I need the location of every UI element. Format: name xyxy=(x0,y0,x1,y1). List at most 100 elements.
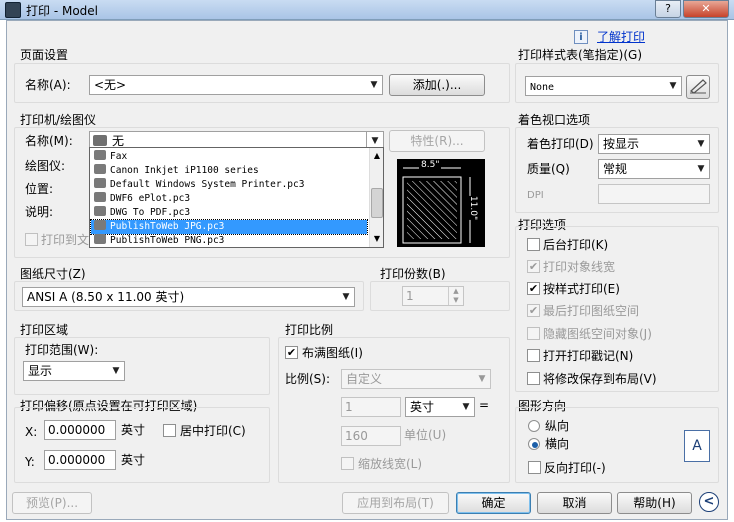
center-plot-label: 居中打印(C) xyxy=(180,424,246,438)
help-button[interactable]: 帮助(H) xyxy=(617,492,692,514)
plot-option-checkbox[interactable] xyxy=(527,349,540,362)
paper-size-value: ANSI A (8.50 x 11.00 英寸) xyxy=(27,290,185,304)
shade-plot-label: 着色打印(D) xyxy=(527,137,594,151)
collapse-arrow-icon[interactable]: < xyxy=(699,492,719,512)
apply-to-layout-button[interactable]: 应用到布局(T) xyxy=(342,492,449,514)
preview-height: 11.0" xyxy=(468,195,479,221)
printer-icon xyxy=(94,164,106,174)
plot-style-title: 打印样式表(笔指定)(G) xyxy=(518,48,643,62)
printer-icon xyxy=(94,220,106,230)
window-title: 打印 - Model xyxy=(26,4,98,18)
printer-dropdown-list: Fax Canon Inkjet iP1100 series Default W… xyxy=(89,147,384,248)
chevron-down-icon: ▼ xyxy=(669,81,677,91)
add-page-setup-button[interactable]: 添加(.)... xyxy=(389,74,485,96)
plot-style-combo[interactable]: None ▼ xyxy=(525,76,682,96)
scale-unit2-label: 单位(U) xyxy=(404,428,447,442)
plot-option-checkbox[interactable] xyxy=(527,327,540,340)
scale-combo[interactable]: 自定义 ▼ xyxy=(341,369,491,389)
printer-properties-button[interactable]: 特性(R)... xyxy=(389,130,485,152)
scroll-thumb[interactable] xyxy=(371,188,383,218)
printer-icon xyxy=(93,135,107,146)
page-setup-name-label: 名称(A): xyxy=(25,78,71,92)
description-label: 说明: xyxy=(25,205,54,219)
dpi-input[interactable] xyxy=(598,184,710,204)
printer-name-label: 名称(M): xyxy=(25,134,73,148)
chevron-down-icon: ▼ xyxy=(697,164,705,174)
quality-value: 常规 xyxy=(603,162,628,176)
plot-offset-group xyxy=(14,407,270,483)
scale-label: 比例(S): xyxy=(285,372,331,386)
center-plot-checkbox[interactable] xyxy=(163,424,176,437)
plot-option-checkbox[interactable]: ✔ xyxy=(527,304,540,317)
plot-option-label: 隐藏图纸空间对象(J) xyxy=(543,327,652,341)
cancel-button[interactable]: 取消 xyxy=(537,492,612,514)
plot-option-checkbox[interactable] xyxy=(527,238,540,251)
page-setup-name-value: <无> xyxy=(94,78,127,92)
page-setup-name-combo[interactable]: <无> ▼ xyxy=(89,75,383,95)
dropdown-item[interactable]: DWF6 ePlot.pc3 xyxy=(91,192,367,206)
ok-button[interactable]: 确定 xyxy=(456,492,531,514)
scale-lineweights-checkbox[interactable] xyxy=(341,457,354,470)
dropdown-item[interactable]: DWG To PDF.pc3 xyxy=(91,206,367,220)
paper-size-combo[interactable]: ANSI A (8.50 x 11.00 英寸) ▼ xyxy=(22,287,355,307)
scale-lineweights-label: 缩放线宽(L) xyxy=(358,457,423,471)
offset-x-input[interactable]: 0.000000 xyxy=(44,420,116,440)
close-button[interactable]: ✕ xyxy=(683,0,729,18)
fit-to-paper-checkbox[interactable]: ✔ xyxy=(285,346,298,359)
plot-option-label: 最后打印图纸空间 xyxy=(543,304,640,318)
chevron-down-icon: ▼ xyxy=(342,292,350,302)
offset-x-label: X: xyxy=(25,425,38,439)
plot-style-value: None xyxy=(530,82,555,93)
scale-value1-input[interactable]: 1 xyxy=(341,397,401,417)
offset-x-unit: 英寸 xyxy=(121,423,146,437)
print-to-file-checkbox[interactable] xyxy=(25,233,38,246)
dropdown-scrollbar[interactable]: ▲ ▼ xyxy=(369,148,383,247)
plot-range-label: 打印范围(W): xyxy=(25,343,99,357)
help-link[interactable]: 了解打印 xyxy=(597,29,645,45)
preview-width: 8.5" xyxy=(419,160,442,170)
dropdown-item[interactable]: Canon Inkjet iP1100 series xyxy=(91,164,367,178)
portrait-radio[interactable] xyxy=(528,420,540,432)
plot-option-checkbox[interactable]: ✔ xyxy=(527,282,540,295)
edit-plot-style-button[interactable] xyxy=(686,75,710,99)
chevron-down-icon: ▼ xyxy=(112,366,120,376)
landscape-radio[interactable] xyxy=(528,438,540,450)
fit-to-paper-label: 布满图纸(I) xyxy=(302,346,363,360)
landscape-label: 横向 xyxy=(545,437,570,451)
dropdown-item[interactable]: PublishToWeb PNG.pc3 xyxy=(91,234,367,247)
title-bar xyxy=(0,0,734,20)
copies-spinner-icon[interactable]: ▲ ▼ xyxy=(448,287,463,305)
scale-value2-input[interactable]: 160 xyxy=(341,426,401,446)
printer-icon xyxy=(94,150,106,160)
offset-y-unit: 英寸 xyxy=(121,453,146,467)
offset-y-label: Y: xyxy=(25,455,35,469)
plot-range-combo[interactable]: 显示 ▼ xyxy=(23,361,125,381)
scroll-up-icon[interactable]: ▲ xyxy=(371,149,383,162)
shade-plot-combo[interactable]: 按显示 ▼ xyxy=(598,134,710,154)
scale-unit-combo[interactable]: 英寸 ▼ xyxy=(405,397,475,417)
scale-value: 自定义 xyxy=(346,372,383,386)
dropdown-item-selected[interactable]: PublishToWeb JPG.pc3 xyxy=(90,219,368,235)
plot-scale-title: 打印比例 xyxy=(285,323,334,337)
plot-option-label: 打印对象线宽 xyxy=(543,260,616,274)
plotter-label: 绘图仪: xyxy=(25,159,66,173)
upside-down-label: 反向打印(-) xyxy=(544,461,606,475)
help-title-button[interactable]: ? xyxy=(655,0,681,18)
scale-unit-value: 英寸 xyxy=(410,400,435,414)
location-label: 位置: xyxy=(25,182,54,196)
app-icon xyxy=(5,2,21,18)
offset-y-input[interactable]: 0.000000 xyxy=(44,450,116,470)
print-to-file-label: 打印到文 xyxy=(41,233,90,247)
quality-combo[interactable]: 常规 ▼ xyxy=(598,159,710,179)
preview-button[interactable]: 预览(P)... xyxy=(12,492,92,514)
copies-title: 打印份数(B) xyxy=(380,267,446,281)
dropdown-item[interactable]: Default Windows System Printer.pc3 xyxy=(91,178,367,192)
plot-option-checkbox[interactable]: ✔ xyxy=(527,260,540,273)
dropdown-item[interactable]: Fax xyxy=(91,150,367,164)
chevron-down-icon: ▼ xyxy=(697,139,705,149)
plot-option-checkbox[interactable] xyxy=(527,372,540,385)
upside-down-checkbox[interactable] xyxy=(528,461,541,474)
scroll-down-icon[interactable]: ▼ xyxy=(371,232,383,245)
quality-label: 质量(Q) xyxy=(527,162,570,176)
plot-option-label: 打开打印戳记(N) xyxy=(543,349,634,363)
